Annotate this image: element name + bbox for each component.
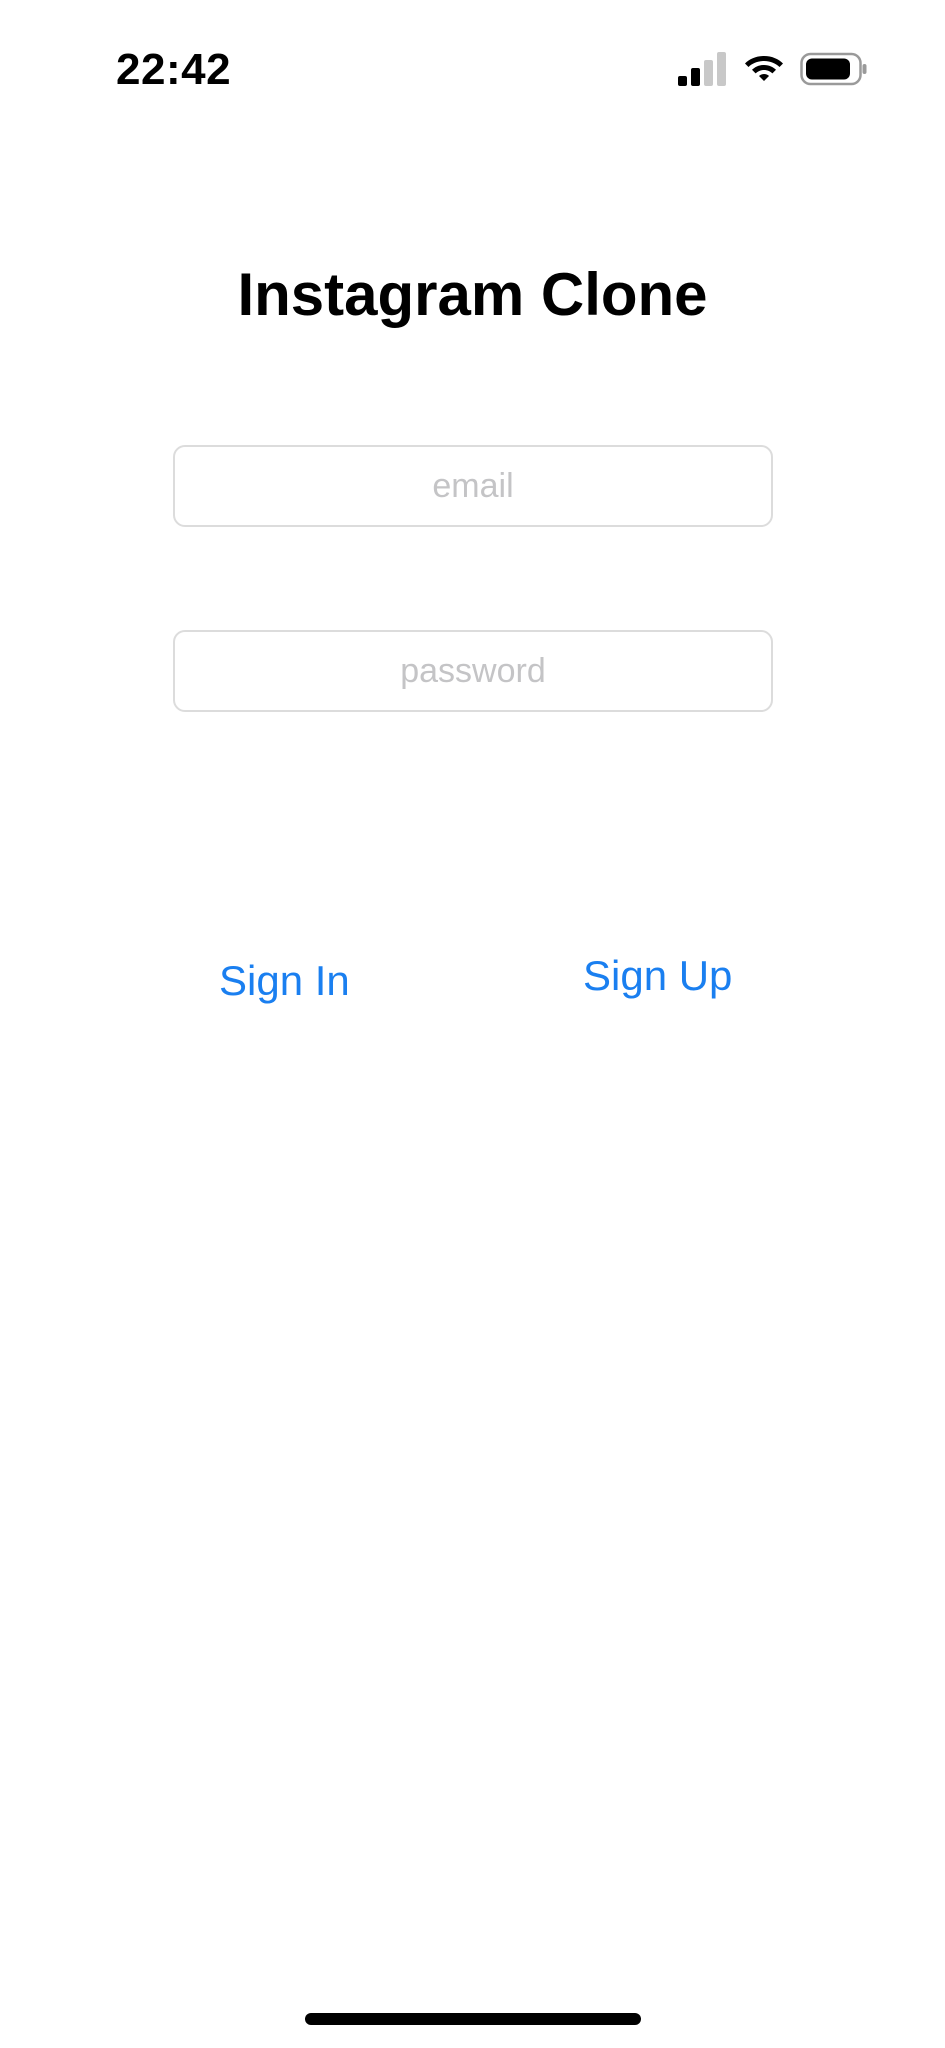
sign-up-button[interactable]: Sign Up <box>583 950 732 1002</box>
sign-in-button[interactable]: Sign In <box>219 955 350 1007</box>
wifi-icon <box>745 56 783 81</box>
cellular-signal-icon <box>678 52 726 86</box>
email-field[interactable] <box>173 445 773 527</box>
battery-icon <box>800 52 867 86</box>
status-time: 22:42 <box>116 45 232 94</box>
password-field[interactable] <box>173 630 773 712</box>
home-indicator <box>305 2013 641 2025</box>
page-title: Instagram Clone <box>237 261 708 328</box>
status-bar: 22:42 <box>0 0 945 140</box>
